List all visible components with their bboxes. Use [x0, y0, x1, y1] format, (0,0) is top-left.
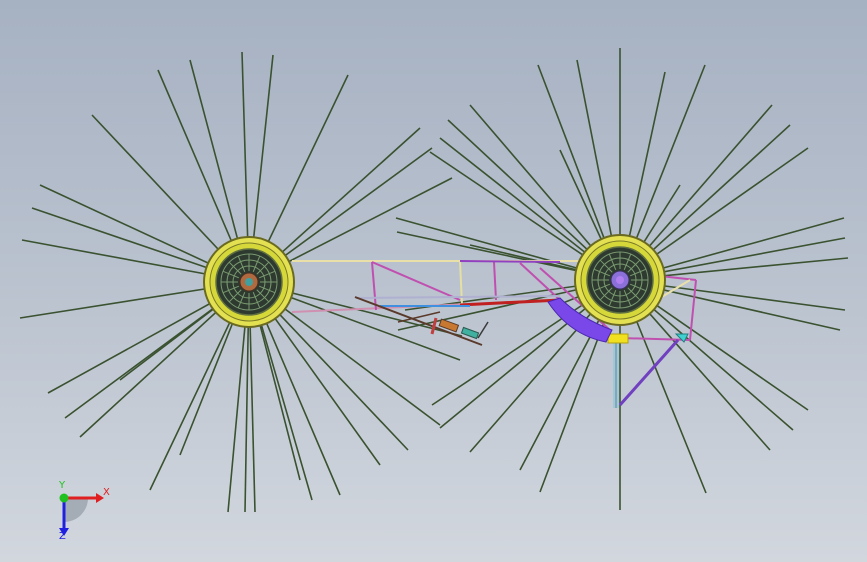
y-axis-dot: [59, 493, 69, 503]
cad-viewport[interactable]: [0, 0, 867, 562]
right-wheel-hub[interactable]: [574, 234, 666, 326]
x-axis-label: X: [103, 487, 110, 498]
coordinate-triad: X Y Z: [40, 478, 120, 548]
z-axis-label: Z: [59, 531, 66, 542]
y-axis-label: Y: [59, 480, 66, 491]
left-wheel-hub[interactable]: [203, 236, 295, 328]
